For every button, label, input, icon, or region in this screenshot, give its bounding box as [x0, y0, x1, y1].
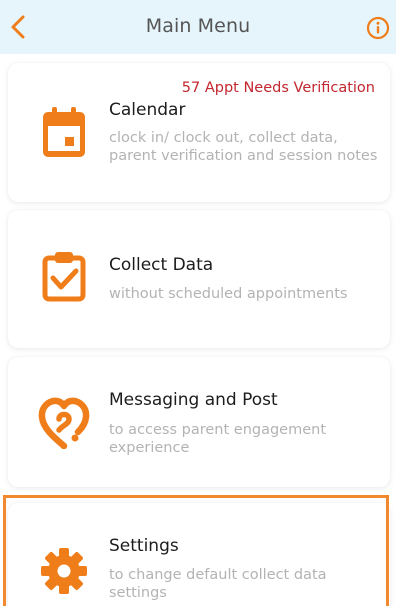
settings-title: Settings: [109, 536, 179, 556]
messaging-title: Messaging and Post: [109, 390, 278, 410]
calendar-description: clock in/ clock out, collect data, paren…: [109, 130, 378, 164]
nav-bar: Main Menu: [0, 0, 396, 54]
menu-card-collect-data[interactable]: Collect Data without scheduled appointme…: [8, 210, 390, 348]
messaging-description: to access parent engagement experience: [109, 422, 327, 456]
page-title: Main Menu: [145, 15, 251, 37]
menu-card-messaging[interactable]: Messaging and Post to access parent enga…: [8, 357, 390, 487]
main-menu-screen: Main Menu 57 Appt Needs Verification Cal…: [0, 0, 396, 606]
menu-card-settings[interactable]: Settings to change default collect data …: [8, 503, 390, 606]
menu-card-calendar[interactable]: 57 Appt Needs Verification Calendar cloc…: [8, 63, 390, 202]
verification-badge: 57 Appt Needs Verification: [181, 80, 375, 96]
collect-data-title: Collect Data: [109, 255, 214, 275]
clipboard-check-icon: [42, 252, 86, 302]
collect-data-description: without scheduled appointments: [109, 286, 348, 302]
calendar-title: Calendar: [109, 100, 186, 120]
info-button[interactable]: [366, 16, 390, 40]
gear-icon: [41, 548, 87, 594]
settings-description: to change default collect data settings: [109, 567, 327, 601]
heart-chat-icon: [38, 397, 90, 449]
calendar-icon: [43, 107, 85, 157]
info-circle-icon: [366, 16, 390, 40]
